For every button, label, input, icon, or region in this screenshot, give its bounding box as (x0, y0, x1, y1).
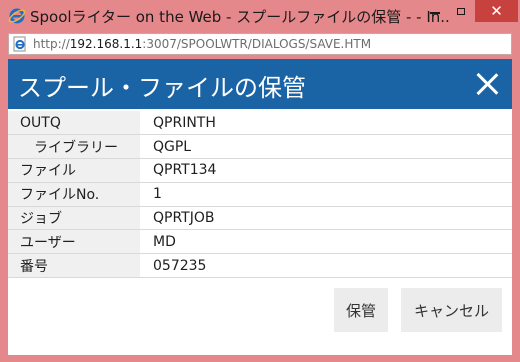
field-value: QPRINTH (153, 114, 216, 131)
field-label: ライブラリー (8, 134, 140, 159)
field-value: QPRTJOB (153, 210, 215, 227)
table-row: ファイル QPRT134 (8, 158, 512, 183)
dialog-header: スプール・ファイルの保管 (8, 59, 512, 109)
window-close-button[interactable]: ✕ (475, 0, 518, 22)
table-row: ライブラリー QGPL (8, 134, 512, 159)
spool-file-info-table: OUTQ QPRINTH ライブラリー QGPL ファイル QPRT134 ファ… (8, 111, 512, 278)
save-dialog: スプール・ファイルの保管 OUTQ QPRINTH ライブラリー QGPL ファ… (8, 59, 512, 355)
minimize-button[interactable] (423, 0, 447, 22)
url-prefix: http:// (33, 37, 70, 51)
field-label: ファイル (8, 158, 140, 183)
address-url: http://192.168.1.1:3007/SPOOLWTR/DIALOGS… (33, 37, 371, 51)
url-path: :3007/SPOOLWTR/DIALOGS/SAVE.HTM (142, 37, 372, 51)
browser-window: Spoolライター on the Web - スプールファイルの保管 - - I… (0, 0, 520, 362)
address-bar[interactable]: http://192.168.1.1:3007/SPOOLWTR/DIALOGS… (8, 33, 512, 55)
url-host: 192.168.1.1 (69, 37, 143, 51)
save-button[interactable]: 保管 (334, 288, 388, 332)
table-row: 番号 057235 (8, 253, 512, 278)
field-label: ファイルNo. (8, 182, 140, 207)
ie-page-icon (13, 36, 26, 52)
field-value: QGPL (153, 138, 192, 155)
field-label: ジョブ (8, 206, 140, 230)
field-label: OUTQ (8, 111, 140, 135)
field-value: 1 (153, 186, 162, 203)
window-title: Spoolライター on the Web - スプールファイルの保管 - - I… (30, 8, 450, 26)
field-label: 番号 (8, 253, 140, 278)
table-row: ファイルNo. 1 (8, 182, 512, 207)
maximize-button[interactable] (449, 0, 473, 22)
field-label: ユーザー (8, 229, 140, 254)
cancel-button[interactable]: キャンセル (401, 288, 502, 332)
close-icon[interactable] (474, 71, 500, 97)
field-value: 057235 (153, 257, 207, 274)
table-row: ユーザー MD (8, 229, 512, 254)
title-bar: Spoolライター on the Web - スプールファイルの保管 - - I… (0, 0, 520, 32)
table-row: ジョブ QPRTJOB (8, 206, 512, 230)
close-icon: ✕ (490, 2, 503, 20)
field-value: QPRT134 (153, 162, 217, 179)
table-row: OUTQ QPRINTH (8, 111, 512, 135)
ie-icon (8, 8, 26, 24)
field-value: MD (153, 233, 176, 250)
dialog-title: スプール・ファイルの保管 (18, 74, 306, 102)
